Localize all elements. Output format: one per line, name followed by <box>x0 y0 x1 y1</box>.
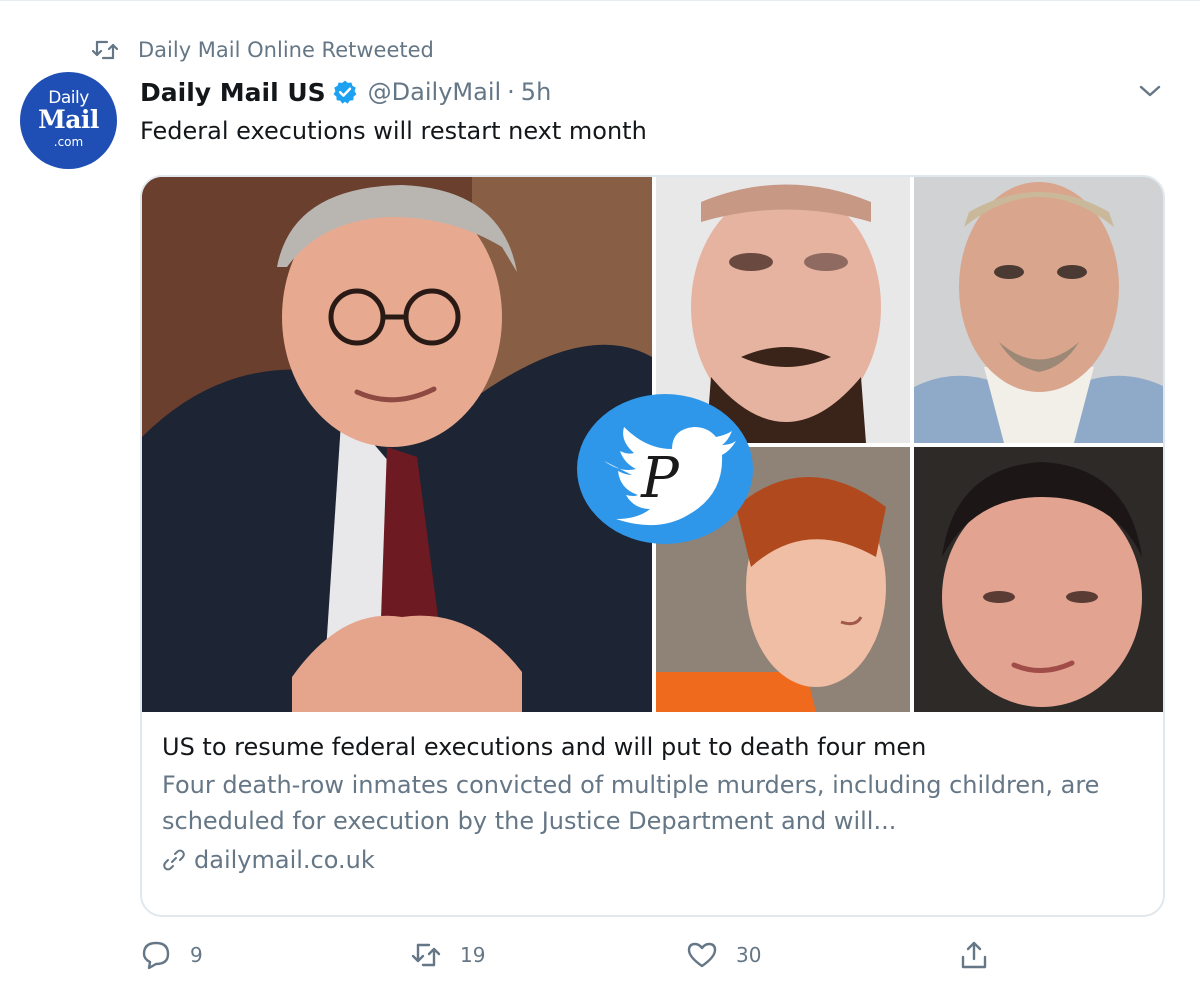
link-icon <box>163 849 185 871</box>
retweet-button[interactable]: 19 <box>410 939 485 971</box>
like-count: 30 <box>736 943 762 967</box>
tweet-text: Federal executions will restart next mon… <box>140 117 647 145</box>
link-card[interactable]: P US to resume federal executions and wi… <box>140 175 1165 917</box>
handle[interactable]: @DailyMail <box>368 78 501 106</box>
card-title: US to resume federal executions and will… <box>162 733 927 761</box>
share-button[interactable] <box>958 939 1008 971</box>
timestamp[interactable]: 5h <box>521 78 551 106</box>
card-body[interactable]: US to resume federal executions and will… <box>162 729 1142 877</box>
mugshot-4 <box>914 447 1163 712</box>
avatar-text-mail: Mail <box>38 105 99 134</box>
reply-count: 9 <box>190 943 203 967</box>
retweet-action-icon <box>411 943 441 967</box>
card-domain[interactable]: dailymail.co.uk <box>162 843 1142 877</box>
avatar-text-com: .com <box>53 135 84 149</box>
like-button[interactable]: 30 <box>686 939 761 971</box>
share-icon <box>961 941 987 969</box>
mugshot-2-illustration <box>914 177 1163 443</box>
tweet-header: Daily Mail US @DailyMail · 5h <box>140 73 551 111</box>
retweet-context: Daily Mail Online Retweeted <box>92 35 434 65</box>
retweet-label[interactable]: Daily Mail Online Retweeted <box>138 38 434 62</box>
mugshot-4-illustration <box>914 447 1163 712</box>
reply-button[interactable]: 9 <box>140 939 203 971</box>
retweet-icon <box>92 40 118 60</box>
tweet-frame[interactable]: Daily Mail Online Retweeted Daily Mail .… <box>0 0 1200 1008</box>
tweet-actions: 9 19 30 <box>140 939 1000 979</box>
separator-dot: · <box>507 78 515 106</box>
verified-badge-icon <box>333 80 357 104</box>
card-domain-text: dailymail.co.uk <box>194 846 375 874</box>
reply-icon <box>142 941 170 970</box>
chevron-down-icon[interactable] <box>1137 81 1163 101</box>
bird-watermark-icon: P <box>577 394 753 544</box>
watermark-letter: P <box>640 446 680 511</box>
retweet-count: 19 <box>460 943 486 967</box>
heart-icon <box>687 942 717 968</box>
card-description: Four death-row inmates convicted of mult… <box>162 771 1100 835</box>
avatar[interactable]: Daily Mail .com <box>20 72 117 169</box>
mugshot-2 <box>914 177 1163 443</box>
card-media[interactable]: P <box>142 177 1163 712</box>
display-name[interactable]: Daily Mail US <box>140 78 326 107</box>
